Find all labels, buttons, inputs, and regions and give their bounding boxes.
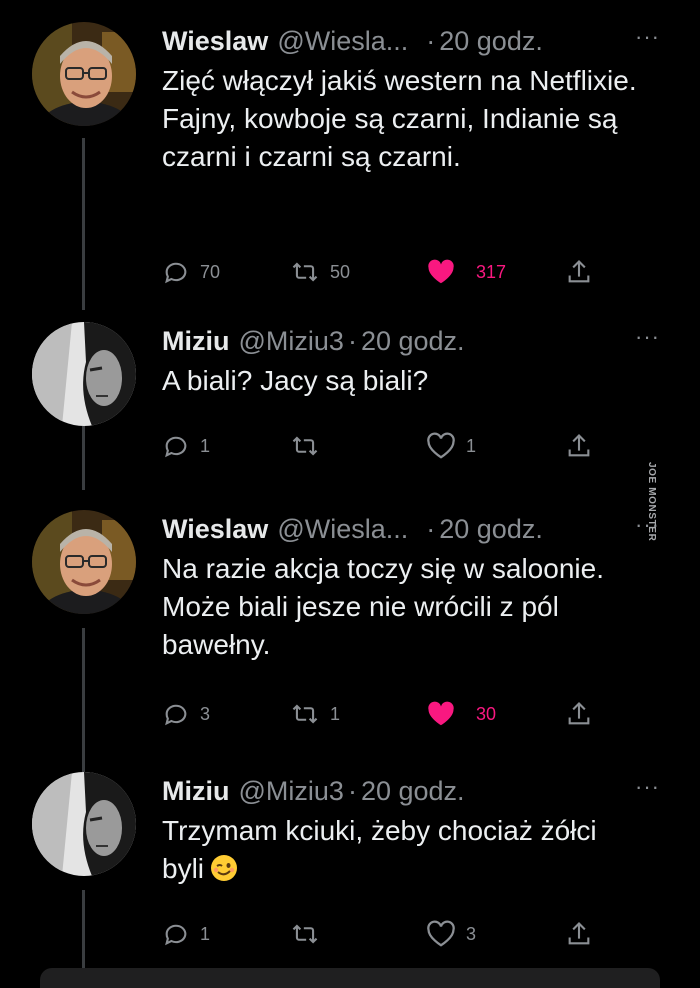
more-options-icon[interactable]: ··· — [635, 24, 660, 50]
avatar[interactable] — [32, 322, 136, 426]
bottom-input-bar[interactable] — [40, 968, 660, 988]
author-handle[interactable]: @Miziu3 — [239, 772, 344, 810]
reply-icon — [165, 704, 187, 726]
share-icon — [568, 260, 590, 283]
heart-outline-icon — [427, 920, 455, 947]
avatar[interactable] — [32, 772, 136, 876]
retweet-icon — [292, 262, 318, 282]
like-button[interactable]: 317 — [426, 256, 506, 288]
separator-dot: · — [347, 326, 357, 356]
retweet-icon — [292, 704, 318, 724]
retweet-icon — [292, 924, 318, 944]
retweet-button[interactable]: 1 — [290, 698, 340, 730]
share-button[interactable] — [566, 698, 592, 730]
watermark: JOE MONSTER — [646, 462, 657, 542]
avatar-photo-older-man-glasses-icon — [32, 510, 136, 614]
tweet[interactable]: Miziu @Miziu3 · 20 godz. ··· Trzymam kci… — [0, 772, 660, 968]
tweet[interactable]: Miziu @Miziu3 · 20 godz. ··· A biali? Ja… — [0, 322, 660, 474]
reply-button[interactable]: 3 — [162, 698, 210, 730]
tweet-text: Trzymam kciuki, żeby chociaż żółci byli — [162, 812, 642, 892]
reply-icon — [165, 924, 187, 946]
retweet-icon — [292, 436, 318, 456]
heart-filled-icon — [428, 259, 454, 284]
timestamp[interactable]: 20 godz. — [439, 510, 543, 548]
share-icon — [568, 434, 590, 457]
tweet-actions: 3 1 30 — [162, 698, 640, 730]
share-icon — [568, 702, 590, 725]
author-name[interactable]: Wieslaw — [162, 510, 268, 548]
reply-count: 1 — [200, 435, 211, 456]
author-handle[interactable]: @Wiesla... — [277, 510, 408, 548]
avatar-photo-older-man-glasses-icon — [32, 22, 136, 126]
separator-dot: · — [426, 514, 436, 544]
avatar[interactable] — [32, 510, 136, 614]
heart-filled-icon — [428, 701, 454, 726]
tweet-text: Zięć włączył jakiś western na Netflixie.… — [162, 65, 637, 172]
tweet-actions: 70 50 317 — [162, 256, 640, 288]
share-icon — [568, 922, 590, 945]
share-button[interactable] — [566, 918, 592, 950]
timestamp[interactable]: 20 godz. — [361, 772, 465, 810]
like-button[interactable]: 3 — [426, 918, 476, 950]
share-button[interactable] — [566, 256, 592, 288]
share-button[interactable] — [566, 430, 592, 462]
retweet-button[interactable]: 50 — [290, 256, 350, 288]
retweet-button[interactable] — [290, 430, 330, 462]
tweet-header: Miziu @Miziu3 · 20 godz. — [162, 772, 660, 810]
reply-count: 1 — [200, 923, 211, 944]
more-options-icon[interactable]: ··· — [635, 774, 660, 800]
reply-count: 3 — [200, 703, 211, 724]
tweet[interactable]: Wieslaw @Wiesla... · 20 godz. ··· Zięć w… — [0, 22, 660, 292]
retweet-count: 1 — [330, 703, 341, 724]
avatar-photo-bw-portrait-icon — [32, 322, 136, 426]
author-name[interactable]: Wieslaw — [162, 22, 268, 60]
avatar[interactable] — [32, 22, 136, 126]
tweet-header: Miziu @Miziu3 · 20 godz. — [162, 322, 660, 360]
tweet-header: Wieslaw @Wiesla... · 20 godz. — [162, 510, 660, 548]
reply-icon — [165, 262, 187, 284]
timestamp[interactable]: 20 godz. — [439, 22, 543, 60]
tweet-header: Wieslaw @Wiesla... · 20 godz. — [162, 22, 660, 60]
like-count: 317 — [476, 261, 507, 282]
tweet[interactable]: Wieslaw @Wiesla... · 20 godz. ··· Na raz… — [0, 510, 660, 740]
reply-button[interactable]: 70 — [162, 256, 220, 288]
like-count: 30 — [476, 703, 497, 724]
author-handle[interactable]: @Miziu3 — [239, 322, 344, 360]
author-name[interactable]: Miziu — [162, 772, 230, 810]
tweet-actions: 1 1 — [162, 430, 640, 462]
retweet-button[interactable] — [290, 918, 330, 950]
like-button[interactable]: 1 — [426, 430, 476, 462]
tweet-actions: 1 3 — [162, 918, 640, 950]
more-options-icon[interactable]: ··· — [635, 324, 660, 350]
reply-count: 70 — [200, 261, 221, 282]
author-name[interactable]: Miziu — [162, 322, 230, 360]
like-count: 3 — [466, 923, 477, 944]
reply-icon — [165, 436, 187, 458]
avatar-photo-bw-portrait-icon — [32, 772, 136, 876]
tweet-text: Na razie akcja toczy się w saloonie. Moż… — [162, 553, 604, 660]
like-count: 1 — [466, 435, 477, 456]
retweet-count: 50 — [330, 261, 351, 282]
separator-dot: · — [426, 26, 436, 56]
like-button[interactable]: 30 — [426, 698, 496, 730]
winking-face-emoji-icon — [210, 854, 238, 892]
separator-dot: · — [347, 776, 357, 806]
heart-outline-icon — [427, 432, 455, 459]
author-handle[interactable]: @Wiesla... — [277, 22, 408, 60]
tweet-text: A biali? Jacy są biali? — [162, 365, 429, 396]
timestamp[interactable]: 20 godz. — [361, 322, 465, 360]
reply-button[interactable]: 1 — [162, 918, 210, 950]
reply-button[interactable]: 1 — [162, 430, 210, 462]
